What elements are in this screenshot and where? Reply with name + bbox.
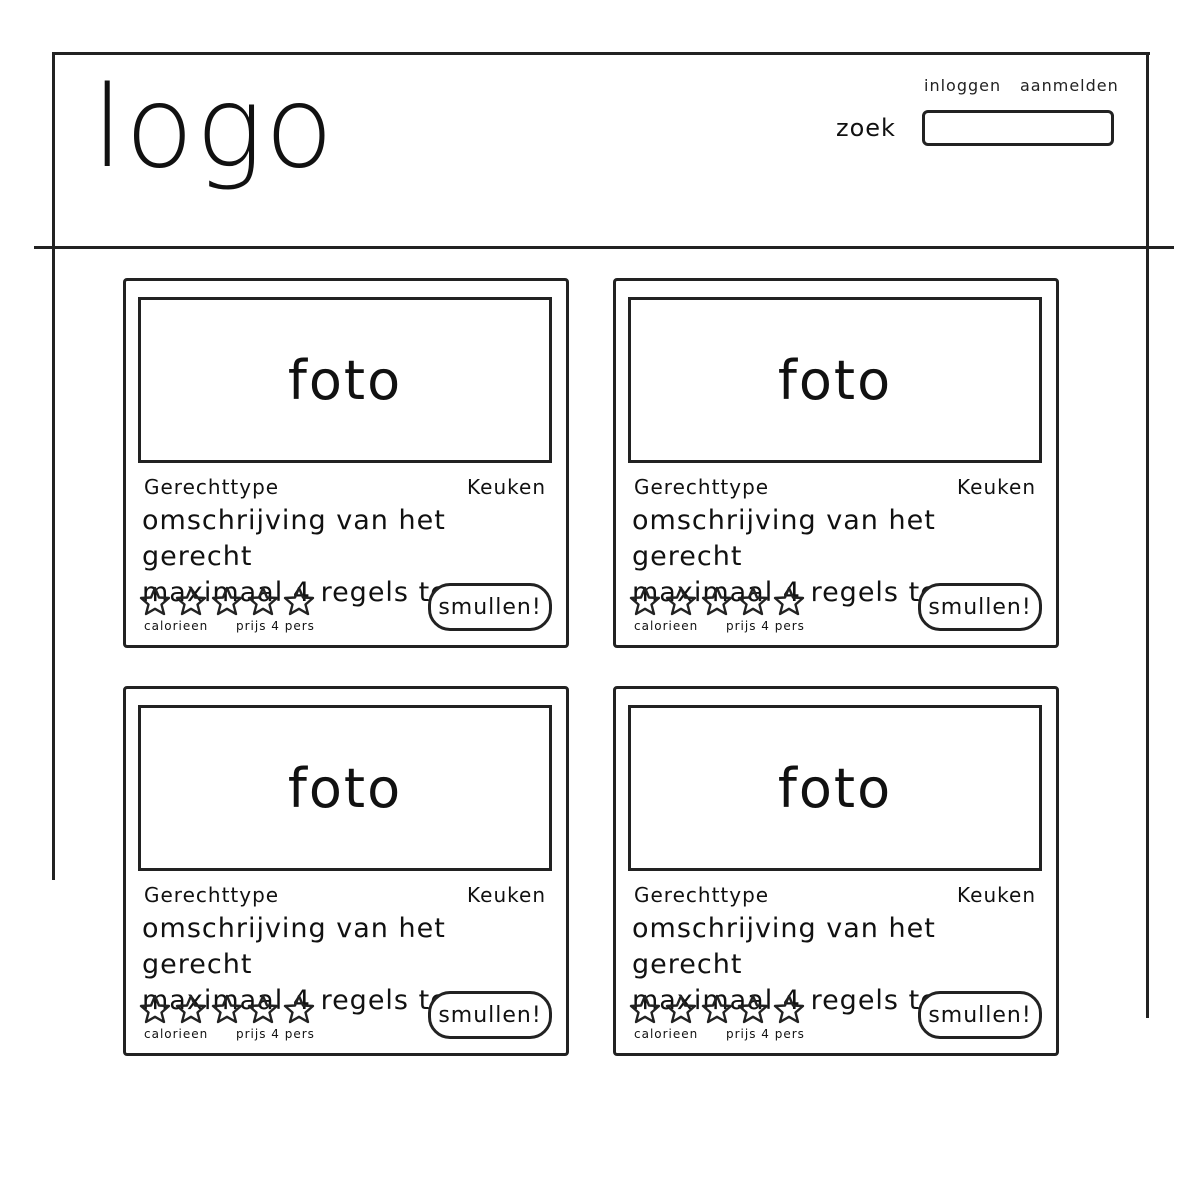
star-icon[interactable] <box>138 993 172 1025</box>
star-icon[interactable] <box>246 993 280 1025</box>
star-icon[interactable] <box>700 993 734 1025</box>
recipe-photo[interactable]: foto <box>138 297 552 463</box>
star-icon[interactable] <box>174 993 208 1025</box>
description-line: omschrijving van het gerecht <box>632 913 936 980</box>
price-label: prijs 4 pers <box>726 1027 805 1041</box>
header-divider <box>34 246 1174 249</box>
price-label: prijs 4 pers <box>726 619 805 633</box>
star-icon[interactable] <box>628 993 662 1025</box>
star-rating[interactable] <box>628 585 806 617</box>
price-label: prijs 4 pers <box>236 1027 315 1041</box>
price-label: prijs 4 pers <box>236 619 315 633</box>
signup-link[interactable]: aanmelden <box>1020 76 1119 95</box>
smullen-button[interactable]: smullen! <box>918 991 1042 1039</box>
search-label: zoek <box>836 114 896 142</box>
page-frame-left <box>52 52 55 880</box>
cuisine: Keuken <box>957 883 1036 907</box>
calories-label: calorieen <box>144 1027 209 1041</box>
description-line: omschrijving van het gerecht <box>142 505 446 572</box>
cuisine: Keuken <box>957 475 1036 499</box>
page-frame-top <box>54 52 1150 55</box>
star-icon[interactable] <box>772 993 806 1025</box>
description-line: omschrijving van het gerecht <box>632 505 936 572</box>
recipe-card: foto Gerechttype Keuken omschrijving van… <box>613 278 1059 648</box>
dish-type: Gerechttype <box>144 883 280 907</box>
search-input[interactable] <box>922 110 1114 146</box>
star-icon[interactable] <box>664 585 698 617</box>
cuisine: Keuken <box>467 475 546 499</box>
calories-label: calorieen <box>634 619 699 633</box>
star-icon[interactable] <box>282 993 316 1025</box>
star-icon[interactable] <box>628 585 662 617</box>
dish-type: Gerechttype <box>634 475 770 499</box>
page-frame-right <box>1146 52 1149 1018</box>
login-link[interactable]: inloggen <box>924 76 1001 95</box>
recipe-card: foto Gerechttype Keuken omschrijving van… <box>123 686 569 1056</box>
dish-type: Gerechttype <box>144 475 280 499</box>
star-icon[interactable] <box>210 585 244 617</box>
logo[interactable]: logo <box>92 72 335 184</box>
star-icon[interactable] <box>736 585 770 617</box>
recipe-photo[interactable]: foto <box>628 297 1042 463</box>
cuisine: Keuken <box>467 883 546 907</box>
star-rating[interactable] <box>628 993 806 1025</box>
dish-type: Gerechttype <box>634 883 770 907</box>
star-icon[interactable] <box>772 585 806 617</box>
star-rating[interactable] <box>138 585 316 617</box>
recipe-photo[interactable]: foto <box>628 705 1042 871</box>
calories-label: calorieen <box>634 1027 699 1041</box>
recipe-card: foto Gerechttype Keuken omschrijving van… <box>123 278 569 648</box>
star-icon[interactable] <box>282 585 316 617</box>
smullen-button[interactable]: smullen! <box>428 991 552 1039</box>
star-rating[interactable] <box>138 993 316 1025</box>
smullen-button[interactable]: smullen! <box>428 583 552 631</box>
recipe-card: foto Gerechttype Keuken omschrijving van… <box>613 686 1059 1056</box>
smullen-button[interactable]: smullen! <box>918 583 1042 631</box>
star-icon[interactable] <box>138 585 172 617</box>
star-icon[interactable] <box>246 585 280 617</box>
star-icon[interactable] <box>210 993 244 1025</box>
calories-label: calorieen <box>144 619 209 633</box>
star-icon[interactable] <box>700 585 734 617</box>
star-icon[interactable] <box>664 993 698 1025</box>
star-icon[interactable] <box>736 993 770 1025</box>
recipe-photo[interactable]: foto <box>138 705 552 871</box>
description-line: omschrijving van het gerecht <box>142 913 446 980</box>
star-icon[interactable] <box>174 585 208 617</box>
